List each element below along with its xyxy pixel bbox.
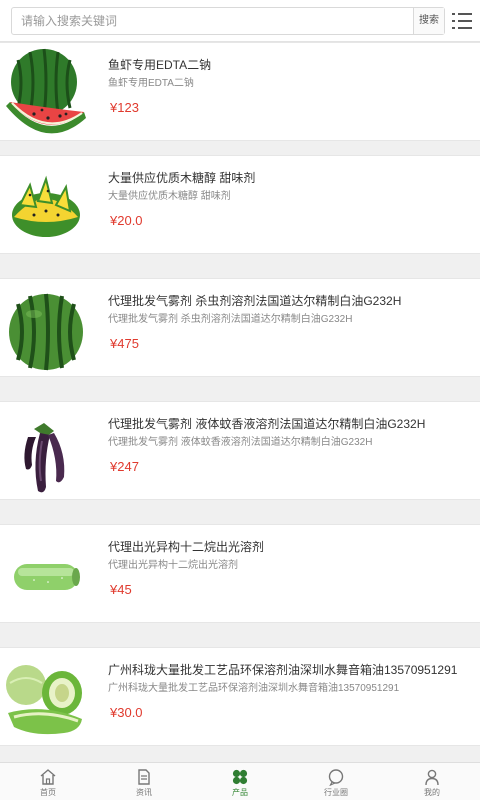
product-image-whole-watermelon[interactable] xyxy=(4,284,88,372)
home-icon xyxy=(40,769,56,785)
product-item[interactable]: 代理出光异构十二烷出光溶剂 代理出光异构十二烷出光溶剂 ¥45 xyxy=(0,524,480,623)
user-icon xyxy=(425,769,439,786)
product-price: ¥20.0 xyxy=(110,213,143,228)
nav-item-mine[interactable]: 我的 xyxy=(384,763,480,800)
chat-bubble-icon xyxy=(328,769,344,786)
product-image-green-melon[interactable] xyxy=(4,653,88,741)
search-box: 搜索 xyxy=(11,7,445,35)
product-price: ¥123 xyxy=(110,100,139,115)
product-subtitle: 代理批发气雾剂 杀虫剂溶剂法国道达尔精制白油G232H xyxy=(108,314,353,325)
product-title[interactable]: 大量供应优质木糖醇 甜味剂 xyxy=(108,169,473,186)
nav-label: 首页 xyxy=(40,788,56,797)
product-image-watermelon-slice[interactable] xyxy=(4,48,88,136)
nav-label: 我的 xyxy=(424,788,440,797)
product-subtitle: 代理批发气雾剂 液体蚊香液溶剂法国道达尔精制白油G232H xyxy=(108,437,373,448)
nav-label: 行业圈 xyxy=(324,788,348,797)
product-price: ¥247 xyxy=(110,459,139,474)
bottom-nav: 首页 资讯 产品 行业圈 我的 xyxy=(0,762,480,800)
product-subtitle: 广州科珑大量批发工艺品环保溶剂油深圳水舞音箱油13570951291 xyxy=(108,683,400,694)
nav-label: 产品 xyxy=(232,788,248,797)
product-title[interactable]: 代理批发气雾剂 杀虫剂溶剂法国道达尔精制白油G232H xyxy=(108,292,473,309)
product-image-yellow-watermelon[interactable] xyxy=(4,161,88,249)
nav-item-home[interactable]: 首页 xyxy=(0,763,96,800)
search-input[interactable] xyxy=(12,8,414,34)
nav-item-news[interactable]: 资讯 xyxy=(96,763,192,800)
nav-item-industry-circle[interactable]: 行业圈 xyxy=(288,763,384,800)
product-subtitle: 代理出光异构十二烷出光溶剂 xyxy=(108,560,238,571)
header-bar: 搜索 xyxy=(0,0,480,42)
nav-item-products[interactable]: 产品 xyxy=(192,763,288,800)
product-item[interactable]: 大量供应优质木糖醇 甜味剂 大量供应优质木糖醇 甜味剂 ¥20.0 xyxy=(0,155,480,254)
product-title[interactable]: 代理出光异构十二烷出光溶剂 xyxy=(108,538,473,555)
product-title[interactable]: 鱼虾专用EDTA二钠 xyxy=(108,56,473,73)
clover-icon xyxy=(232,769,248,785)
search-button[interactable]: 搜索 xyxy=(413,8,444,34)
product-price: ¥45 xyxy=(110,582,132,597)
product-subtitle: 大量供应优质木糖醇 甜味剂 xyxy=(108,191,231,202)
product-price: ¥30.0 xyxy=(110,705,143,720)
product-item[interactable]: 代理批发气雾剂 液体蚊香液溶剂法国道达尔精制白油G232H 代理批发气雾剂 液体… xyxy=(0,401,480,500)
list-menu-icon[interactable] xyxy=(451,11,473,31)
product-price: ¥475 xyxy=(110,336,139,351)
product-image-winter-melon[interactable] xyxy=(4,530,88,618)
product-item[interactable]: 鱼虾专用EDTA二钠 鱼虾专用EDTA二钠 ¥123 xyxy=(0,42,480,141)
nav-label: 资讯 xyxy=(136,788,152,797)
product-title[interactable]: 代理批发气雾剂 液体蚊香液溶剂法国道达尔精制白油G232H xyxy=(108,415,473,432)
product-item[interactable]: 广州科珑大量批发工艺品环保溶剂油深圳水舞音箱油13570951291 广州科珑大… xyxy=(0,647,480,746)
product-item[interactable]: 代理批发气雾剂 杀虫剂溶剂法国道达尔精制白油G232H 代理批发气雾剂 杀虫剂溶… xyxy=(0,278,480,377)
product-title[interactable]: 广州科珑大量批发工艺品环保溶剂油深圳水舞音箱油13570951291 xyxy=(108,661,473,678)
product-image-eggplant[interactable] xyxy=(4,407,88,495)
product-subtitle: 鱼虾专用EDTA二钠 xyxy=(108,78,194,89)
document-icon xyxy=(138,769,150,785)
